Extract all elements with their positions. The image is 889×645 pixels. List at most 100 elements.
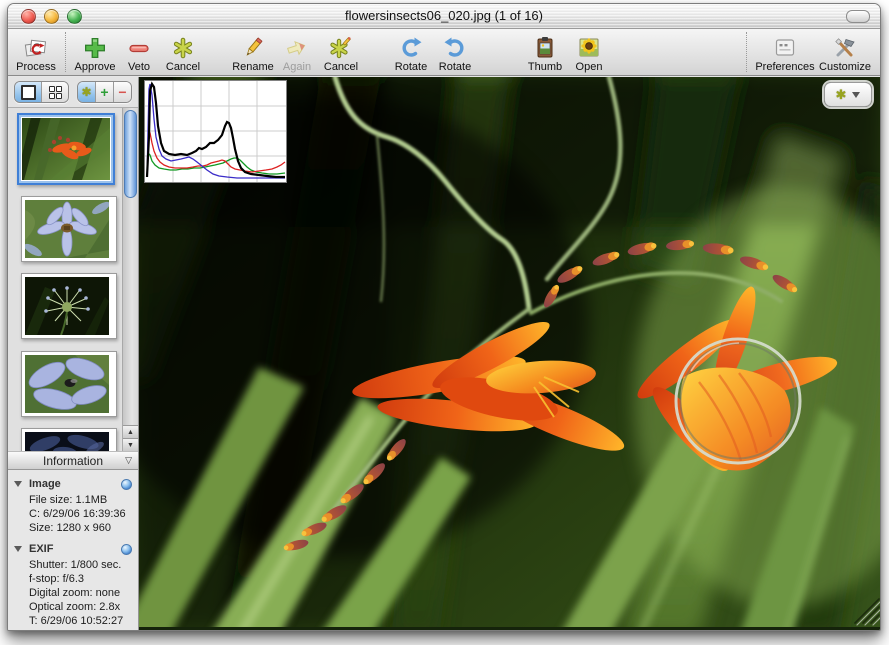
- toolbar-separator: [746, 32, 747, 72]
- tag-asterisk-button[interactable]: ✱: [78, 82, 96, 102]
- thumbnail-5[interactable]: [21, 428, 117, 452]
- information-panel: Image File size: 1.1MB C: 6/29/06 16:39:…: [8, 470, 138, 630]
- content-area: ✱ + −: [8, 77, 880, 630]
- thumbnail-list: ▲ ▼: [8, 107, 138, 452]
- open-label: Open: [576, 61, 603, 73]
- rotate-cw-button[interactable]: Rotate: [389, 31, 433, 73]
- thumbnail-1-selected[interactable]: [17, 113, 115, 185]
- panel-controls: ✱ + −: [14, 81, 132, 103]
- single-view-icon: [21, 85, 36, 100]
- thumbnail-4[interactable]: [21, 351, 117, 417]
- thumb-label: Thumb: [528, 61, 562, 73]
- rotate-clockwise-icon: [399, 35, 423, 60]
- cancel-rename-asterisk-pencil-icon: [329, 35, 353, 60]
- disclosure-triangle-icon[interactable]: [14, 546, 22, 552]
- toolbar-separator: [65, 32, 66, 72]
- process-button[interactable]: Process: [14, 31, 58, 73]
- asterisk-icon: ✱: [81, 86, 91, 98]
- digital-zoom-value: Digital zoom: none: [29, 586, 134, 600]
- thumbnail-3-image: [25, 277, 109, 335]
- taken-date-value: T: 6/29/06 10:52:27: [29, 614, 134, 628]
- tag-control: ✱ + −: [77, 81, 132, 103]
- file-size-value: File size: 1.1MB: [29, 493, 134, 507]
- image-section-title: Image: [29, 478, 61, 490]
- thumbnail-scrollbar[interactable]: ▲ ▼: [122, 108, 138, 451]
- grid-view-button[interactable]: [42, 82, 68, 102]
- process-icon: [23, 35, 49, 60]
- image-section-header[interactable]: Image: [14, 478, 132, 490]
- cancel-tag-label: Cancel: [166, 61, 200, 73]
- cancel-asterisk-icon: [172, 35, 194, 60]
- tag-overlay-button[interactable]: ✱: [824, 82, 872, 107]
- thumbnail-4-image: [25, 355, 109, 413]
- preferences-label: Preferences: [755, 61, 814, 73]
- thumbnail-3[interactable]: [21, 273, 117, 339]
- information-collapse-icon[interactable]: ▽: [125, 455, 132, 466]
- approve-plus-icon: [84, 35, 106, 60]
- information-header[interactable]: Information ▽: [8, 451, 138, 470]
- tag-veto-button[interactable]: −: [114, 82, 131, 102]
- window-title: flowersinsects06_020.jpg (1 of 16): [8, 8, 880, 23]
- customize-tools-icon: [833, 35, 857, 60]
- image-section-lines: File size: 1.1MB C: 6/29/06 16:39:36 Siz…: [29, 493, 134, 535]
- preferences-window-icon: [773, 35, 797, 60]
- scroll-down-button[interactable]: ▼: [123, 438, 138, 451]
- image-section-orb-icon[interactable]: [121, 479, 132, 490]
- single-view-button[interactable]: [15, 82, 42, 102]
- grid-view-icon: [49, 86, 62, 99]
- tag-approve-button[interactable]: +: [96, 82, 114, 102]
- rename-label: Rename: [232, 61, 274, 73]
- thumb-clipboard-icon: [533, 35, 557, 60]
- optical-zoom-value: Optical zoom: 2.8x: [29, 600, 134, 614]
- asterisk-icon: ✱: [836, 88, 847, 101]
- thumbnail-2[interactable]: [21, 196, 117, 262]
- exif-section-title: EXIF: [29, 543, 53, 555]
- rotate-ccw-label: Rotate: [439, 61, 471, 73]
- view-mode-control: [14, 81, 69, 103]
- customize-label: Customize: [819, 61, 871, 73]
- again-label: Again: [283, 61, 311, 73]
- rotate-counterclockwise-icon: [443, 35, 467, 60]
- app-window: flowersinsects06_020.jpg (1 of 16) Proce…: [7, 3, 881, 631]
- scrollbar-thumb[interactable]: [124, 110, 137, 198]
- again-arrow-icon: [285, 35, 309, 60]
- rotate-cw-label: Rotate: [395, 61, 427, 73]
- fstop-value: f-stop: f/6.3: [29, 572, 134, 586]
- minus-icon: −: [118, 85, 126, 99]
- exif-section-header[interactable]: EXIF: [14, 543, 132, 555]
- dimensions-value: Size: 1280 x 960: [29, 521, 134, 535]
- exif-section-orb-icon[interactable]: [121, 544, 132, 555]
- histogram-plot: [145, 81, 286, 182]
- process-label: Process: [16, 61, 56, 73]
- cancel-rename-label: Cancel: [324, 61, 358, 73]
- veto-label: Veto: [128, 61, 150, 73]
- plus-icon: +: [100, 85, 108, 99]
- created-date-value: C: 6/29/06 16:39:36: [29, 507, 134, 521]
- toolbar-toggle-pill[interactable]: [846, 10, 870, 23]
- information-title: Information: [43, 454, 103, 468]
- thumbnail-5-image: [25, 432, 109, 452]
- disclosure-triangle-icon[interactable]: [14, 481, 22, 487]
- approve-label: Approve: [75, 61, 116, 73]
- rename-button[interactable]: Rename: [231, 31, 275, 73]
- thumbnail-2-image: [25, 200, 109, 258]
- approve-button[interactable]: Approve: [73, 31, 117, 73]
- open-sunflower-icon: [577, 35, 601, 60]
- customize-button[interactable]: Customize: [816, 31, 874, 73]
- cancel-tag-button[interactable]: Cancel: [161, 31, 205, 73]
- cancel-rename-button[interactable]: Cancel: [319, 31, 363, 73]
- rotate-ccw-button[interactable]: Rotate: [433, 31, 477, 73]
- rename-pencil-icon: [241, 35, 265, 60]
- open-button[interactable]: Open: [567, 31, 611, 73]
- toolbar: Process Approve Veto: [8, 29, 880, 76]
- preferences-button[interactable]: Preferences: [754, 31, 816, 73]
- title-bar[interactable]: flowersinsects06_020.jpg (1 of 16): [8, 4, 880, 29]
- left-panel: ✱ + −: [8, 77, 139, 630]
- scroll-up-button[interactable]: ▲: [123, 425, 138, 438]
- thumbnail-1-image: [22, 118, 110, 180]
- thumb-button[interactable]: Thumb: [523, 31, 567, 73]
- image-preview-area[interactable]: ✱: [139, 77, 880, 630]
- exif-section-lines: Shutter: 1/800 sec. f-stop: f/6.3 Digita…: [29, 558, 134, 628]
- shutter-value: Shutter: 1/800 sec.: [29, 558, 134, 572]
- veto-button[interactable]: Veto: [117, 31, 161, 73]
